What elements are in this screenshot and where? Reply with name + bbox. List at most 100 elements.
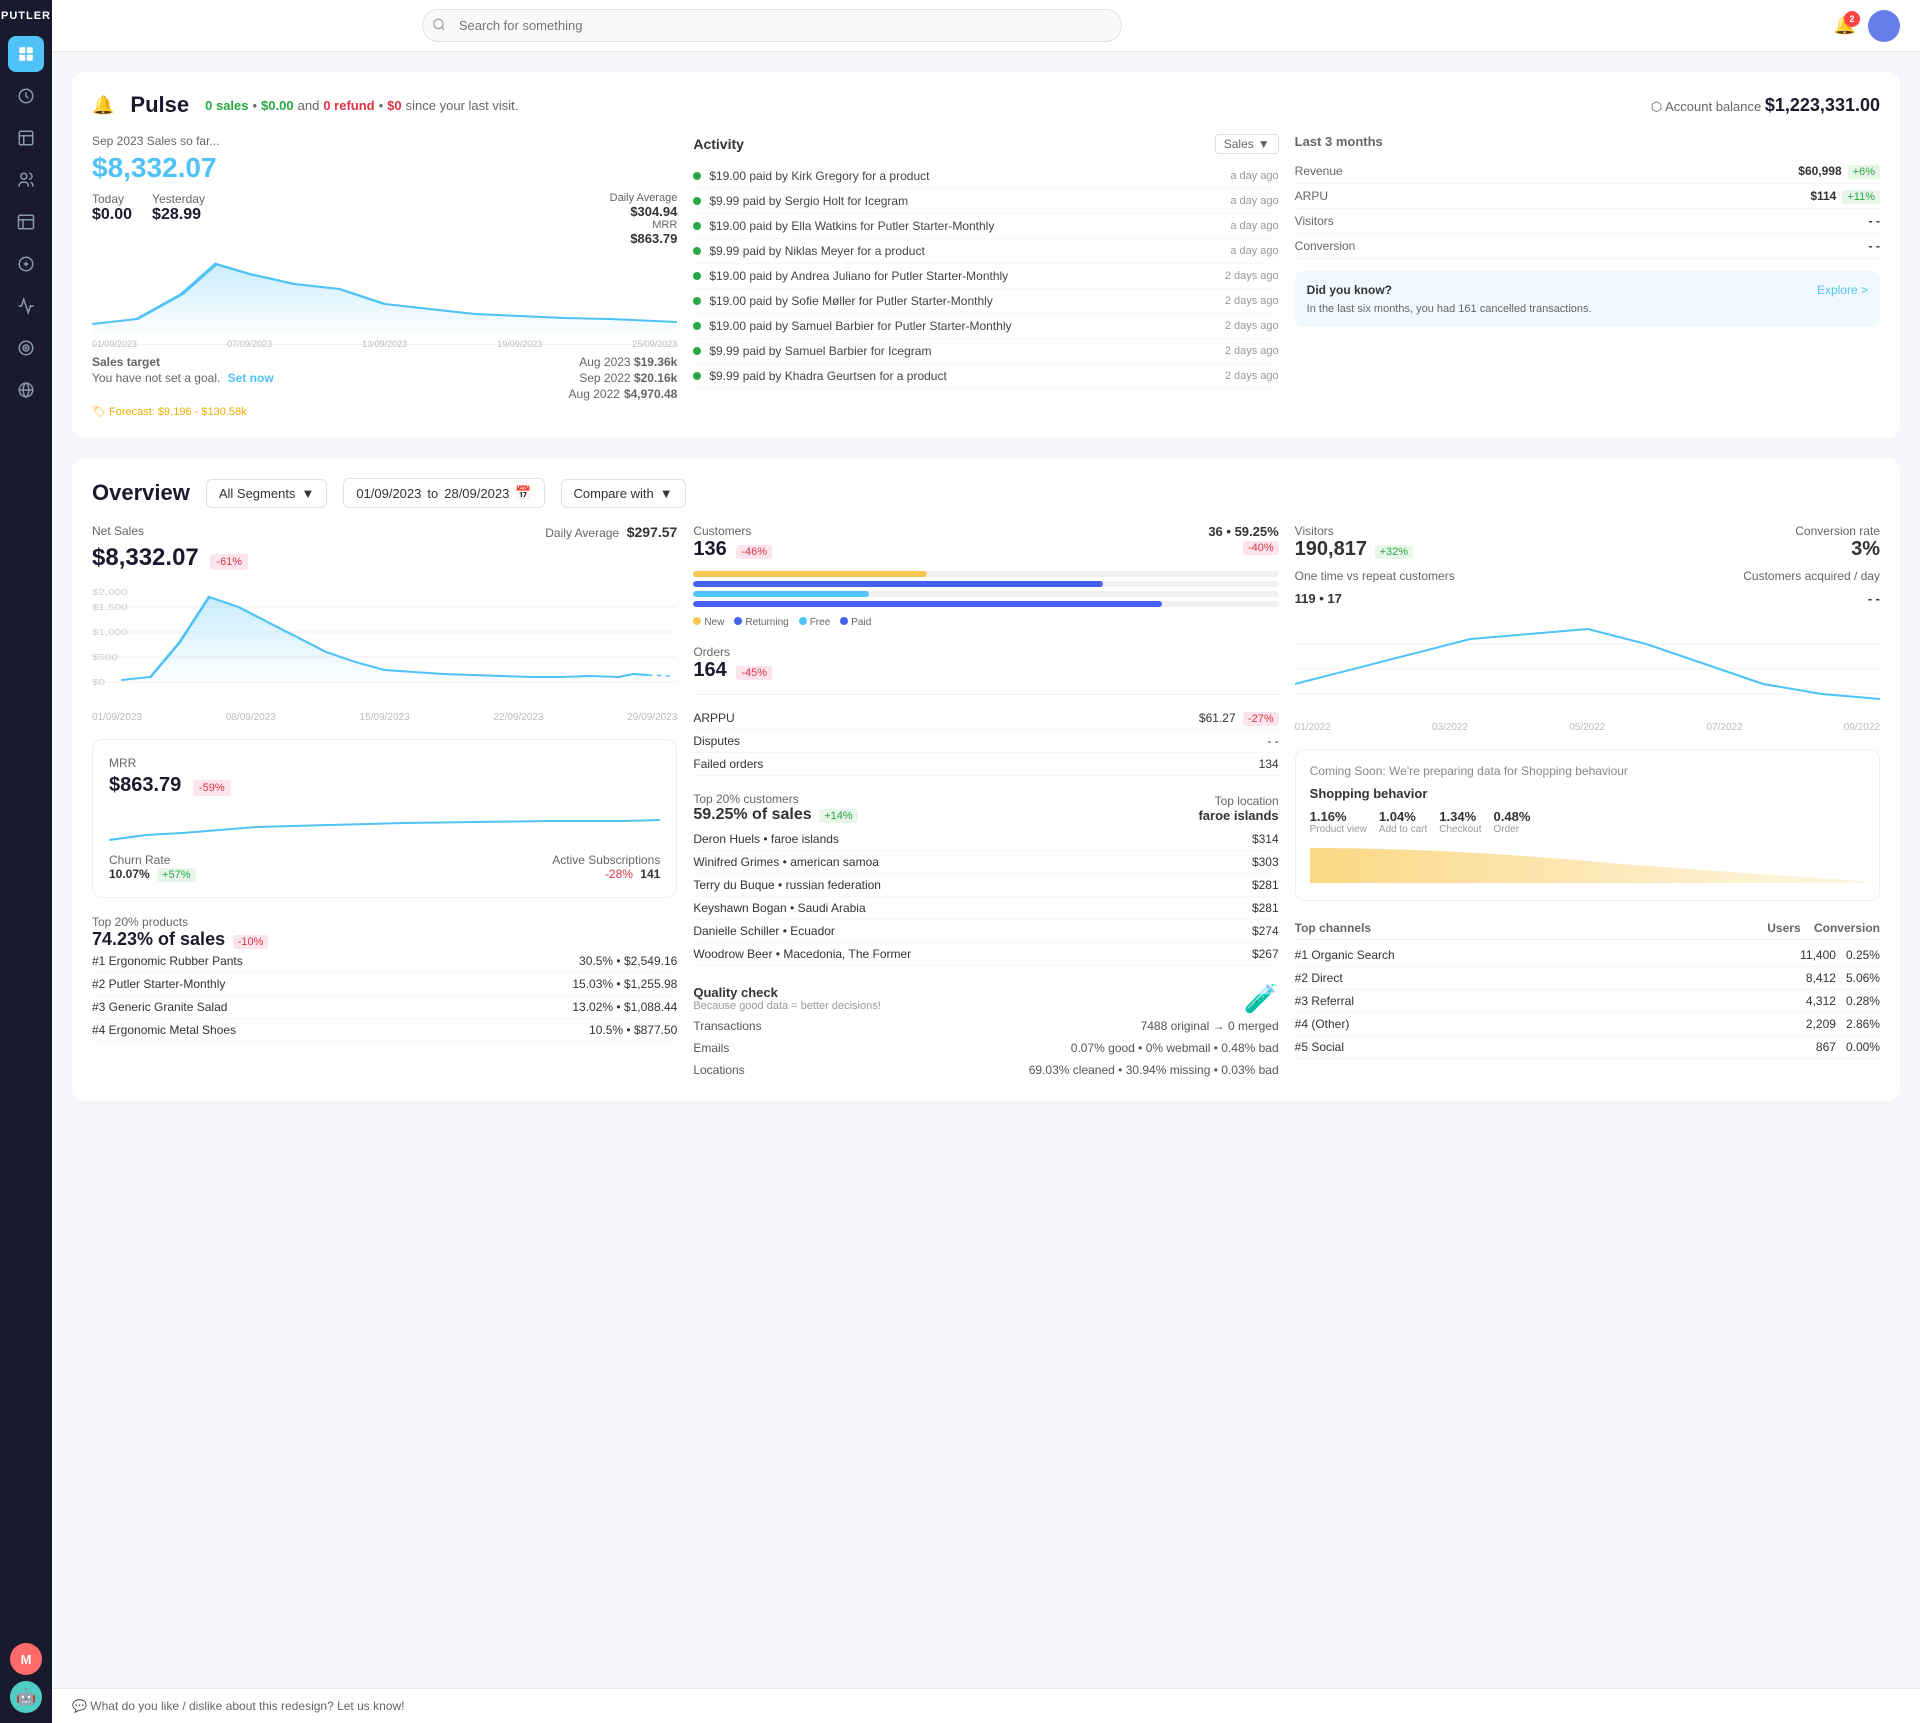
activity-item: $9.99 paid by Sergio Holt for Icegram a … [693,189,1278,214]
feedback-text: What do you like / dislike about this re… [90,1699,404,1713]
visitors-card: Visitors 190,817 +32% Conversion rate 3%… [1295,524,1880,733]
date-range-picker[interactable]: 01/09/2023 to 28/09/2023 📅 [343,478,544,508]
products-list: #1 Ergonomic Rubber Pants 30.5% • $2,549… [92,950,677,1042]
account-balance-value: $1,223,331.00 [1765,95,1880,115]
compare-with-button[interactable]: Compare with ▼ [561,479,686,508]
mrr-chart [109,805,660,845]
customers-change: -46% [736,545,772,559]
sidebar-item-goals[interactable] [8,330,44,366]
activity-dot [693,172,701,180]
overview-col2: Customers 136 -46% 36 • 59.25% -40% [693,524,1278,1081]
top20-change: -10% [233,935,269,949]
activity-title: Activity [693,136,744,152]
account-balance-label: Account balance [1665,99,1761,114]
top-products-card: Top 20% products 74.23% of sales -10% #1… [92,914,677,1042]
sidebar-item-customers[interactable] [8,162,44,198]
activity-dot [693,322,701,330]
sidebar-item-integrations[interactable] [8,372,44,408]
top-customers-card: Top 20% customers 59.25% of sales +14% T… [693,792,1278,966]
activity-list: $19.00 paid by Kirk Gregory for a produc… [693,164,1278,389]
pulse-sales-amount: $0.00 [261,98,294,113]
channel-row: #1 Organic Search 11,400 0.25% [1295,944,1880,967]
pulse-mini-chart: 01/09/202307/09/202313/09/202319/09/2023… [92,254,677,334]
activity-dot [693,222,701,230]
shopping-label: Shopping behavior [1310,786,1865,801]
sidebar-item-transactions[interactable] [8,246,44,282]
net-sales-header: Net Sales Daily Average $297.57 [92,524,677,540]
repeat-customers-row: One time vs repeat customers Customers a… [1295,569,1880,583]
net-sales-x-labels: 01/09/202308/09/202315/09/202322/09/2023… [92,712,677,723]
pulse-title: Pulse [130,92,189,118]
product-row: #1 Ergonomic Rubber Pants 30.5% • $2,549… [92,950,677,973]
activity-filter-button[interactable]: Sales ▼ [1215,134,1279,154]
funnel-checkout: 1.34% Checkout [1439,809,1481,835]
mrr-header: MRR [109,756,660,770]
customers-right: 36 • 59.25% -40% [1208,524,1278,554]
overview-section: Overview All Segments ▼ 01/09/2023 to 28… [72,458,1900,1101]
activity-section: Activity Sales ▼ $19.00 paid by Kirk Gre… [693,134,1278,418]
pulse-refund-count: 0 refund [323,98,374,113]
user-avatar-bot[interactable]: 🤖 [10,1681,42,1713]
pulse-sales-count: 0 sales [205,98,248,113]
shopping-card: Coming Soon: We're preparing data for Sh… [1295,749,1880,901]
dyk-header: Did you know? Explore > [1307,283,1868,297]
arppu-change: -27% [1243,712,1279,726]
orders-section: Orders 164 -45% [693,644,1278,695]
customers-list: Deron Huels • faroe islands$314 Winifred… [693,828,1278,966]
dyk-text: In the last six months, you had 161 canc… [1307,303,1868,315]
customers-right-change: -40% [1243,541,1279,555]
svg-text:$1,000: $1,000 [92,629,128,638]
pulse-grid: Sep 2023 Sales so far... $8,332.07 Today… [92,134,1880,418]
last3-conversion: Conversion - - [1295,234,1880,259]
sales-target-header: Sales target Aug 2023 $19.36k [92,355,677,369]
top-products-header: Top 20% products [92,914,677,929]
activity-dot [693,272,701,280]
legend-returning-dot [734,617,742,625]
pulse-section: 🔔 Pulse 0 sales • $0.00 and 0 refund • $… [72,72,1900,438]
channel-row: #4 (Other) 2,209 2.86% [1295,1013,1880,1036]
overview-col1: Net Sales Daily Average $297.57 $8,332.0… [92,524,677,1081]
search-input[interactable] [422,9,1122,42]
activity-dot [693,247,701,255]
quality-locations: Locations 69.03% cleaned • 30.94% missin… [693,1059,1278,1081]
mrr-change: -59% [193,780,231,796]
prog-new [693,571,1278,577]
prog-legend: New Returning Free Paid [693,617,1278,628]
pulse-yesterday: Yesterday $28.99 [152,192,205,246]
sidebar-item-mrr[interactable] [8,288,44,324]
forecast: 🏷 Forecast: $9,196 - $130.58k [92,405,677,418]
visitors-change: +32% [1375,545,1413,559]
sidebar-item-reports[interactable] [8,120,44,156]
did-you-know: Did you know? Explore > In the last six … [1295,271,1880,327]
segment-select[interactable]: All Segments ▼ [206,479,327,508]
net-sales-card: Net Sales Daily Average $297.57 $8,332.0… [92,524,677,723]
shopping-funnel: 1.16% Product view 1.04% Add to cart 1.3… [1310,809,1865,835]
dyk-explore-button[interactable]: Explore > [1817,283,1868,297]
quality-check-header: Quality check Because good data = better… [693,982,1278,1015]
conversion-rate: Conversion rate 3% [1795,524,1880,561]
pulse-meta-suffix: since your last visit. [406,98,519,113]
disputes-row: Disputes - - [693,730,1278,753]
top-channels-card: Top channels Users Conversion #1 Organic… [1295,917,1880,1059]
sidebar-item-dashboard[interactable] [8,36,44,72]
activity-dot [693,297,701,305]
coming-soon-label: Coming Soon: We're preparing data for Sh… [1310,764,1865,778]
set-now-button[interactable]: Set now [228,371,274,385]
sidebar-item-products[interactable] [8,204,44,240]
legend-free-dot [799,617,807,625]
svg-text:$0: $0 [92,679,106,688]
notification-button[interactable]: 🔔 2 [1834,15,1856,36]
active-subscriptions: Active Subscriptions -28% 141 [552,853,660,881]
activity-item: $9.99 paid by Khadra Geurtsen for a prod… [693,364,1278,389]
overview-title: Overview [92,480,190,506]
quality-transactions: Transactions 7488 original → 0 merged [693,1015,1278,1037]
mrr-stats: Churn Rate 10.07% +57% Active Subscripti… [109,853,660,881]
sales-target: Sales target Aug 2023 $19.36k You have n… [92,344,677,418]
user-avatar-m[interactable]: M [10,1643,42,1675]
pulse-period: Sep 2023 Sales so far... [92,134,677,148]
user-avatar-header[interactable] [1868,10,1900,42]
customer-row: Keyshawn Bogan • Saudi Arabia$281 [693,897,1278,920]
pulse-today: Today $0.00 [92,192,132,246]
sidebar-item-analytics[interactable] [8,78,44,114]
channel-row: #3 Referral 4,312 0.28% [1295,990,1880,1013]
